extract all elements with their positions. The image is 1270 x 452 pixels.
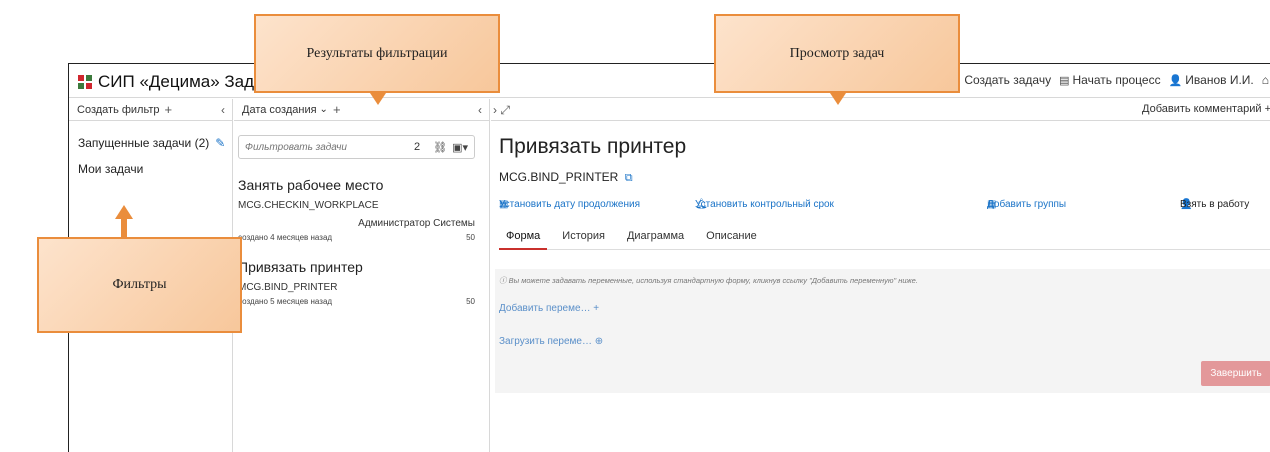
user-name: Иванов И.И.: [1185, 73, 1254, 87]
plus-icon: +: [1264, 103, 1270, 115]
form-hint: ⓘ Вы можете задавать переменные, использ…: [499, 275, 918, 286]
task-detail-pane: › ⤢ Добавить комментарий + Привязать при…: [491, 99, 1270, 452]
tasklist-app: СИП «Децима» Задачи ш ✎ Создать задачу ▤…: [68, 63, 1270, 452]
result-count: 2: [413, 141, 421, 153]
detail-header: › ⤢ Добавить комментарий +: [491, 99, 1270, 121]
list-header: Дата создания ⌄ + ‹: [234, 99, 489, 121]
arrow-down-icon: [370, 93, 386, 105]
task-key: MCG.BIND_PRINTER: [238, 282, 338, 293]
add-groups-label: Добавить группы: [987, 199, 1067, 210]
task-name: Занять рабочее место: [238, 177, 384, 193]
task-meta: создано 4 месяцев назад 50: [238, 233, 475, 242]
navbar-actions: ш ✎ Создать задачу ▤ Начать процесс 👤 Ив…: [926, 73, 1270, 87]
add-comment-label: Добавить комментарий: [1142, 103, 1262, 115]
filters-header: Создать фильтр + ‹: [69, 99, 232, 121]
pencil-icon[interactable]: ✎: [215, 136, 225, 150]
start-process-link[interactable]: ▤ Начать процесс: [1059, 73, 1160, 87]
create-task-label: Создать задачу: [964, 73, 1052, 87]
home-icon[interactable]: ⌂: [1262, 73, 1269, 87]
brand[interactable]: СИП «Децима» Задачи: [78, 72, 282, 92]
load-variable-link[interactable]: Загрузить переме… ⊕: [499, 336, 603, 347]
create-task-link[interactable]: ✎ Создать задачу: [952, 73, 1051, 87]
plus-icon: +: [593, 303, 600, 314]
task-created: создано 4 месяцев назад: [238, 233, 333, 242]
arrow-up-icon: [115, 205, 133, 219]
filter-list: Запущенные задачи (2) ✎ Мои задачи: [69, 121, 232, 182]
user-icon: 👤: [1168, 74, 1183, 87]
task-list-pane: Дата создания ⌄ + ‹ 2 ⛓ ▣▾ Занять рабоче…: [234, 99, 490, 452]
filter-item-my-tasks[interactable]: Мои задачи: [69, 156, 232, 182]
tab-diagram[interactable]: Диаграмма: [620, 230, 691, 250]
task-key-link[interactable]: MCG.BIND_PRINTER ⧉: [499, 170, 633, 185]
sort-dropdown[interactable]: Дата создания: [242, 104, 317, 116]
task-key: MCG.CHECKIN_WORKPLACE: [238, 200, 379, 211]
task-meta: создано 5 месяцев назад 50: [238, 297, 475, 306]
task-priority: 50: [466, 233, 475, 242]
finish-button[interactable]: Завершить: [1201, 361, 1270, 386]
task-name: Привязать принтер: [238, 259, 363, 275]
claim-label: Взять в работу: [1180, 199, 1250, 210]
search-input[interactable]: [245, 141, 414, 153]
plus-icon[interactable]: +: [165, 102, 173, 117]
add-variable-label: Добавить переме…: [499, 303, 591, 314]
arrow-stem: [121, 218, 127, 238]
task-title: Привязать принтер: [499, 135, 687, 158]
chevron-down-icon[interactable]: ⌄: [320, 104, 328, 115]
follow-up-label: Установить дату продолжения: [499, 199, 641, 210]
due-date-label: Установить контрольный срок: [695, 199, 834, 210]
hint-text: Вы можете задавать переменные, используя…: [508, 276, 918, 285]
task-priority: 50: [466, 297, 475, 306]
callout-filters: Фильтры: [37, 237, 242, 333]
callout-filter-results: Результаты фильтрации: [254, 14, 500, 93]
logo-icon: [78, 74, 93, 90]
add-comment-button[interactable]: Добавить комментарий +: [1142, 103, 1270, 115]
link-icon[interactable]: ⛓: [433, 141, 447, 154]
save-icon[interactable]: ▣▾: [452, 141, 468, 154]
info-icon: ⓘ: [499, 276, 509, 285]
task-created: создано 5 месяцев назад: [238, 297, 333, 306]
detail-tabs: Форма История Диаграмма Описание: [499, 230, 1270, 250]
callout-label: Фильтры: [112, 277, 167, 292]
list-icon: ▤: [1059, 74, 1070, 87]
tab-form[interactable]: Форма: [499, 230, 548, 250]
external-link-icon[interactable]: ⧉: [625, 172, 633, 184]
top-navbar: СИП «Децима» Задачи ш ✎ Создать задачу ▤…: [69, 64, 1270, 98]
form-area: ⓘ Вы можете задавать переменные, использ…: [495, 269, 1270, 393]
create-filter-button[interactable]: Создать фильтр: [77, 104, 160, 116]
filter-label: Запущенные задачи (2): [78, 136, 210, 150]
plus-icon[interactable]: +: [333, 102, 341, 117]
tab-description[interactable]: Описание: [699, 230, 764, 250]
user-menu[interactable]: 👤 Иванов И.И.: [1169, 73, 1254, 87]
start-process-label: Начать процесс: [1072, 73, 1161, 87]
callout-task-view: Просмотр задач: [714, 14, 960, 93]
tab-history[interactable]: История: [555, 230, 612, 250]
collapse-left-icon[interactable]: ‹: [221, 103, 225, 117]
expand-icon[interactable]: › ⤢: [493, 103, 510, 118]
arrow-down-icon: [830, 93, 846, 105]
task-item[interactable]: Занять рабочее место MCG.CHECKIN_WORKPLA…: [234, 177, 489, 242]
callout-label: Результаты фильтрации: [306, 45, 448, 61]
task-key: MCG.BIND_PRINTER: [499, 170, 619, 184]
filter-item-started[interactable]: Запущенные задачи (2) ✎: [69, 130, 232, 156]
download-icon: ⊕: [594, 336, 604, 347]
callout-label: Просмотр задач: [789, 45, 885, 61]
task-assignee: Администратор Системы: [358, 218, 475, 229]
collapse-left-icon[interactable]: ‹: [478, 103, 482, 117]
add-variable-link[interactable]: Добавить переме… +: [499, 303, 599, 314]
task-item[interactable]: Привязать принтер MCG.BIND_PRINTER созда…: [234, 259, 489, 306]
filter-label: Мои задачи: [78, 162, 144, 176]
task-filter-box: 2 ⛓ ▣▾: [238, 135, 475, 159]
load-variable-label: Загрузить переме…: [499, 336, 592, 347]
